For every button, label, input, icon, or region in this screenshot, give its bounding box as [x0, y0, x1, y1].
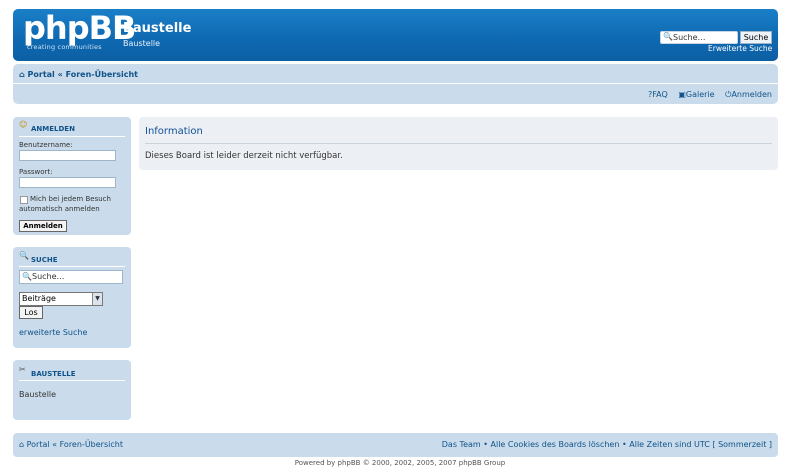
search-placeholder: Suche…	[673, 33, 706, 42]
sidebar-search-placeholder: Suche…	[32, 272, 65, 281]
footer-index-link[interactable]: Foren-Übersicht	[60, 440, 123, 449]
nav-divider	[13, 83, 778, 84]
remember-checkbox[interactable]	[20, 196, 28, 204]
password-label: Passwort:	[19, 168, 53, 176]
advanced-search-link[interactable]: Erweiterte Suche	[708, 44, 772, 53]
username-label: Benutzername:	[19, 141, 73, 149]
faq-link[interactable]: FAQ	[652, 90, 668, 99]
search-panel-title: SUCHE	[31, 256, 58, 264]
gallery-link[interactable]: Galerie	[686, 90, 715, 99]
content-divider	[145, 143, 772, 144]
information-message: Dieses Board ist leider derzeit nicht ve…	[145, 151, 343, 161]
chevron-down-icon[interactable]: ▼	[92, 293, 102, 305]
nav-links: ?FAQ ▣Galerie ⏻Anmelden	[640, 90, 772, 100]
login-panel: ☺ ANMELDEN Benutzername: Passwort: Mich …	[13, 117, 131, 235]
footer-bar: ⌂ Portal « Foren-Übersicht Das Team • Al…	[13, 433, 778, 457]
logo-tagline: creating communities	[27, 43, 102, 51]
login-panel-title: ANMELDEN	[31, 125, 75, 133]
gallery-icon: ▣	[678, 90, 686, 99]
site-title: Baustelle	[123, 21, 192, 36]
magnifier-icon: 🔍	[19, 251, 29, 260]
search-go-button[interactable]: Los	[19, 306, 43, 319]
site-description: Baustelle	[123, 39, 161, 48]
tools-icon: ✂	[19, 365, 26, 374]
search-type-select[interactable]: Beiträge ▼	[19, 292, 103, 306]
site-header: phpBB creating communities Baustelle Bau…	[13, 9, 778, 61]
nav-bar: ⌂ Portal « Foren-Übersicht ?FAQ ▣Galerie…	[13, 64, 778, 104]
header-search-button[interactable]: Suche	[740, 31, 772, 44]
site-panel: ✂ BAUSTELLE Baustelle	[13, 360, 131, 420]
home-icon: ⌂	[19, 440, 25, 449]
breadcrumb-portal[interactable]: Portal	[28, 70, 55, 79]
sidebar-search-input[interactable]: 🔍 Suche…	[19, 270, 123, 284]
delete-cookies-link[interactable]: Alle Cookies des Boards löschen	[491, 440, 620, 449]
panel-divider	[19, 136, 125, 137]
search-icon: 🔍	[22, 272, 32, 281]
remember-label-line1: Mich bei jedem Besuch	[30, 195, 111, 203]
information-box: Information Dieses Board ist leider derz…	[139, 117, 778, 170]
site-panel-title: BAUSTELLE	[31, 370, 76, 378]
phpbb-logo[interactable]: phpBB	[23, 9, 136, 47]
footer-breadcrumb: ⌂ Portal « Foren-Übersicht	[19, 440, 123, 449]
site-panel-text: Baustelle	[19, 390, 57, 399]
search-panel: 🔍 SUCHE 🔍 Suche… Beiträge ▼ Los erweiter…	[13, 247, 131, 348]
search-icon: 🔍	[663, 32, 673, 41]
bullet: •	[483, 440, 488, 449]
select-value: Beiträge	[22, 294, 56, 303]
header-search-input[interactable]: 🔍 Suche…	[660, 31, 738, 44]
breadcrumb-separator: «	[57, 70, 63, 79]
information-heading: Information	[145, 126, 203, 137]
login-submit-button[interactable]: Anmelden	[19, 220, 67, 232]
home-icon: ⌂	[19, 70, 25, 79]
breadcrumb-separator: «	[52, 440, 58, 449]
login-link[interactable]: Anmelden	[731, 90, 772, 99]
advanced-search-link[interactable]: erweiterte Suche	[19, 328, 87, 337]
username-field[interactable]	[19, 150, 116, 161]
bullet: •	[621, 440, 627, 449]
user-icon: ☺	[19, 120, 28, 129]
panel-divider	[19, 380, 125, 381]
footer-portal-link[interactable]: Portal	[27, 440, 50, 449]
footer-links: Das Team • Alle Cookies des Boards lösch…	[442, 440, 772, 449]
breadcrumb: ⌂ Portal « Foren-Übersicht	[19, 70, 138, 79]
timezone-info: Alle Zeiten sind UTC [ Sommerzeit ]	[629, 440, 772, 449]
remember-label-line2: automatisch anmelden	[19, 205, 100, 213]
breadcrumb-index[interactable]: Foren-Übersicht	[66, 70, 138, 79]
panel-divider	[19, 266, 125, 267]
team-link[interactable]: Das Team	[442, 440, 481, 449]
password-field[interactable]	[19, 177, 116, 188]
